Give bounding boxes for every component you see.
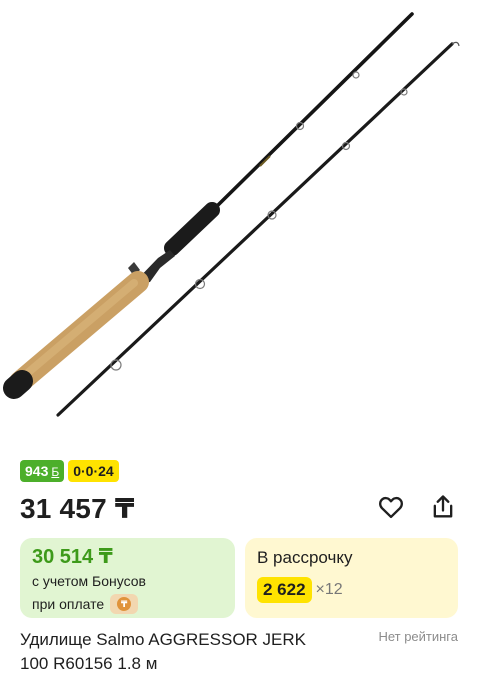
favorite-button[interactable] <box>376 492 406 522</box>
installment-multiplier: ×12 <box>315 581 343 598</box>
product-page: 943 Б 0·0·24 31 457 ₸ 30 514 ₸ с учетом Б… <box>0 0 478 700</box>
badges: 943 Б 0·0·24 <box>20 460 119 482</box>
bonus-price: 30 514 ₸ <box>32 546 113 568</box>
installment-title: В рассрочку <box>257 548 353 567</box>
bonus-badge[interactable]: 943 Б <box>20 460 65 482</box>
share-icon <box>433 495 453 518</box>
product-title-line1: Удилище Salmo AGGRESSOR JERK <box>20 630 307 649</box>
wallet-icon: ₸ <box>110 594 139 614</box>
installment-amount: 2 622 <box>257 577 312 603</box>
product-actions <box>376 492 458 522</box>
bonus-note-line2: при оплате <box>32 596 105 612</box>
product-title-line2: 100 R60156 1.8 м <box>20 654 158 673</box>
bonus-note-row: при оплате ₸ <box>32 594 223 614</box>
heart-icon <box>379 496 403 519</box>
product-image[interactable] <box>0 0 478 445</box>
installment-row: 2 622 ×12 <box>257 577 446 603</box>
bonus-note-line1: с учетом Бонусов <box>32 573 146 589</box>
bonus-badge-symbol: Б <box>51 465 60 479</box>
installment-card[interactable]: В рассрочку 2 622 ×12 <box>245 538 458 618</box>
bonus-price-card[interactable]: 30 514 ₸ с учетом Бонусов при оплате ₸ <box>20 538 235 618</box>
bonus-badge-value: 943 <box>25 463 49 479</box>
product-price: 31 457 ₸ <box>20 493 135 524</box>
rating-status[interactable]: Нет рейтинга <box>378 628 458 646</box>
product-title: Удилище Salmo AGGRESSOR JERK 100 R60156 … <box>20 628 350 676</box>
installment-badge[interactable]: 0·0·24 <box>68 460 119 482</box>
share-button[interactable] <box>428 492 458 522</box>
